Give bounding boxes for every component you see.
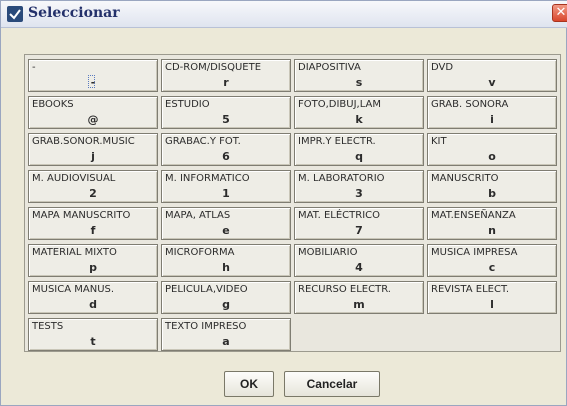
option-label: FOTO,DIBUJ,LAM <box>298 99 382 110</box>
cancel-button[interactable]: Cancelar <box>284 371 380 397</box>
option-label: MAT. ELÉCTRICO <box>298 210 381 221</box>
option-code: l <box>490 298 494 311</box>
option-code: 1 <box>222 187 230 200</box>
option-cell[interactable]: M. INFORMATICO 1 <box>161 170 291 203</box>
option-label: ESTUDIO <box>165 99 210 110</box>
option-code: a <box>222 335 230 348</box>
option-cell[interactable]: MAT. ELÉCTRICO 7 <box>294 207 424 240</box>
option-cell[interactable]: GRAB.SONOR.MUSIC j <box>28 133 158 166</box>
option-label: PELICULA,VIDEO <box>165 284 248 295</box>
option-cell[interactable]: RECURSO ELECTR. m <box>294 281 424 314</box>
option-code: p <box>89 261 97 274</box>
option-cell[interactable]: IMPR.Y ELECTR. q <box>294 133 424 166</box>
option-cell[interactable]: PELICULA,VIDEO g <box>161 281 291 314</box>
option-cell[interactable]: MICROFORMA h <box>161 244 291 277</box>
option-label: MUSICA IMPRESA <box>431 247 518 258</box>
option-code: 3 <box>355 187 363 200</box>
option-code: e <box>222 224 230 237</box>
option-cell[interactable]: TEXTO IMPRESO a <box>161 318 291 351</box>
option-cell[interactable]: KIT o <box>427 133 557 166</box>
option-code: 2 <box>89 187 97 200</box>
option-label: MAPA MANUSCRITO <box>32 210 131 221</box>
option-label: - <box>32 62 36 73</box>
option-label: M. LABORATORIO <box>298 173 385 184</box>
option-cell[interactable]: M. AUDIOVISUAL 2 <box>28 170 158 203</box>
option-code: @ <box>87 113 99 126</box>
option-label: TEXTO IMPRESO <box>165 321 247 332</box>
close-button[interactable]: ✕ <box>552 4 567 22</box>
option-label: IMPR.Y ELECTR. <box>298 136 376 147</box>
option-label: REVISTA ELECT. <box>431 284 510 295</box>
option-code: 5 <box>222 113 230 126</box>
option-cell[interactable]: MAT.ENSEÑANZA n <box>427 207 557 240</box>
option-code: 6 <box>222 150 230 163</box>
select-dialog: Seleccionar ✕ - - CD-ROM/DISQUETE r DIAPOSIT… <box>0 0 567 406</box>
option-cell[interactable]: MAPA MANUSCRITO f <box>28 207 158 240</box>
option-label: M. INFORMATICO <box>165 173 250 184</box>
option-code: m <box>353 298 365 311</box>
option-cell[interactable]: DVD v <box>427 59 557 92</box>
option-cell[interactable]: M. LABORATORIO 3 <box>294 170 424 203</box>
ok-button[interactable]: OK <box>224 371 274 397</box>
app-icon <box>7 6 23 22</box>
option-cell[interactable]: CD-ROM/DISQUETE r <box>161 59 291 92</box>
option-code: b <box>488 187 496 200</box>
option-label: GRABAC.Y FOT. <box>165 136 241 147</box>
option-code: f <box>90 224 96 237</box>
option-label: CD-ROM/DISQUETE <box>165 62 262 73</box>
title-bar[interactable]: Seleccionar ✕ <box>1 1 567 28</box>
option-label: KIT <box>431 136 447 147</box>
option-label: MOBILIARIO <box>298 247 358 258</box>
option-cell[interactable]: MOBILIARIO 4 <box>294 244 424 277</box>
option-cell[interactable]: MAPA, ATLAS e <box>161 207 291 240</box>
option-code: q <box>355 150 363 163</box>
option-cell[interactable]: MATERIAL MIXTO p <box>28 244 158 277</box>
option-cell[interactable]: MANUSCRITO b <box>427 170 557 203</box>
option-code: h <box>222 261 230 274</box>
option-code: g <box>222 298 230 311</box>
option-cell[interactable]: EBOOKS @ <box>28 96 158 129</box>
option-code: c <box>488 261 496 274</box>
option-label: MAT.ENSEÑANZA <box>431 210 516 221</box>
option-code: s <box>355 76 363 89</box>
option-label: MUSICA MANUS. <box>32 284 115 295</box>
option-cell[interactable]: MUSICA MANUS. d <box>28 281 158 314</box>
option-cell[interactable]: GRABAC.Y FOT. 6 <box>161 133 291 166</box>
option-code: i <box>490 113 494 126</box>
option-cell[interactable]: FOTO,DIBUJ,LAM k <box>294 96 424 129</box>
option-label: DVD <box>431 62 454 73</box>
option-code: o <box>488 150 496 163</box>
option-cell[interactable]: ESTUDIO 5 <box>161 96 291 129</box>
option-cell[interactable]: DIAPOSITIVA s <box>294 59 424 92</box>
option-cell[interactable]: REVISTA ELECT. l <box>427 281 557 314</box>
focus-indicator <box>88 75 95 88</box>
option-label: RECURSO ELECTR. <box>298 284 391 295</box>
option-label: MICROFORMA <box>165 247 235 258</box>
option-code: d <box>89 298 97 311</box>
option-label: GRAB. SONORA <box>431 99 509 110</box>
window-title: Seleccionar <box>28 5 120 21</box>
option-label: M. AUDIOVISUAL <box>32 173 116 184</box>
option-code: n <box>488 224 496 237</box>
options-grid: - - CD-ROM/DISQUETE r DIAPOSITIVA s DVD v EBOOKS… <box>24 54 561 352</box>
option-code: 7 <box>355 224 363 237</box>
option-code: 4 <box>355 261 363 274</box>
option-label: MATERIAL MIXTO <box>32 247 117 258</box>
option-code: v <box>488 76 496 89</box>
option-code: r <box>223 76 229 89</box>
option-cell[interactable]: GRAB. SONORA i <box>427 96 557 129</box>
option-cell[interactable]: MUSICA IMPRESA c <box>427 244 557 277</box>
option-code: k <box>355 113 363 126</box>
option-label: DIAPOSITIVA <box>298 62 361 73</box>
option-code: j <box>91 150 95 163</box>
option-code: t <box>90 335 96 348</box>
option-label: MAPA, ATLAS <box>165 210 231 221</box>
option-label: EBOOKS <box>32 99 74 110</box>
option-cell[interactable]: TESTS t <box>28 318 158 351</box>
option-label: GRAB.SONOR.MUSIC <box>32 136 135 147</box>
option-cell[interactable]: -- <box>28 59 158 92</box>
option-label: MANUSCRITO <box>431 173 499 184</box>
option-label: TESTS <box>32 321 64 332</box>
